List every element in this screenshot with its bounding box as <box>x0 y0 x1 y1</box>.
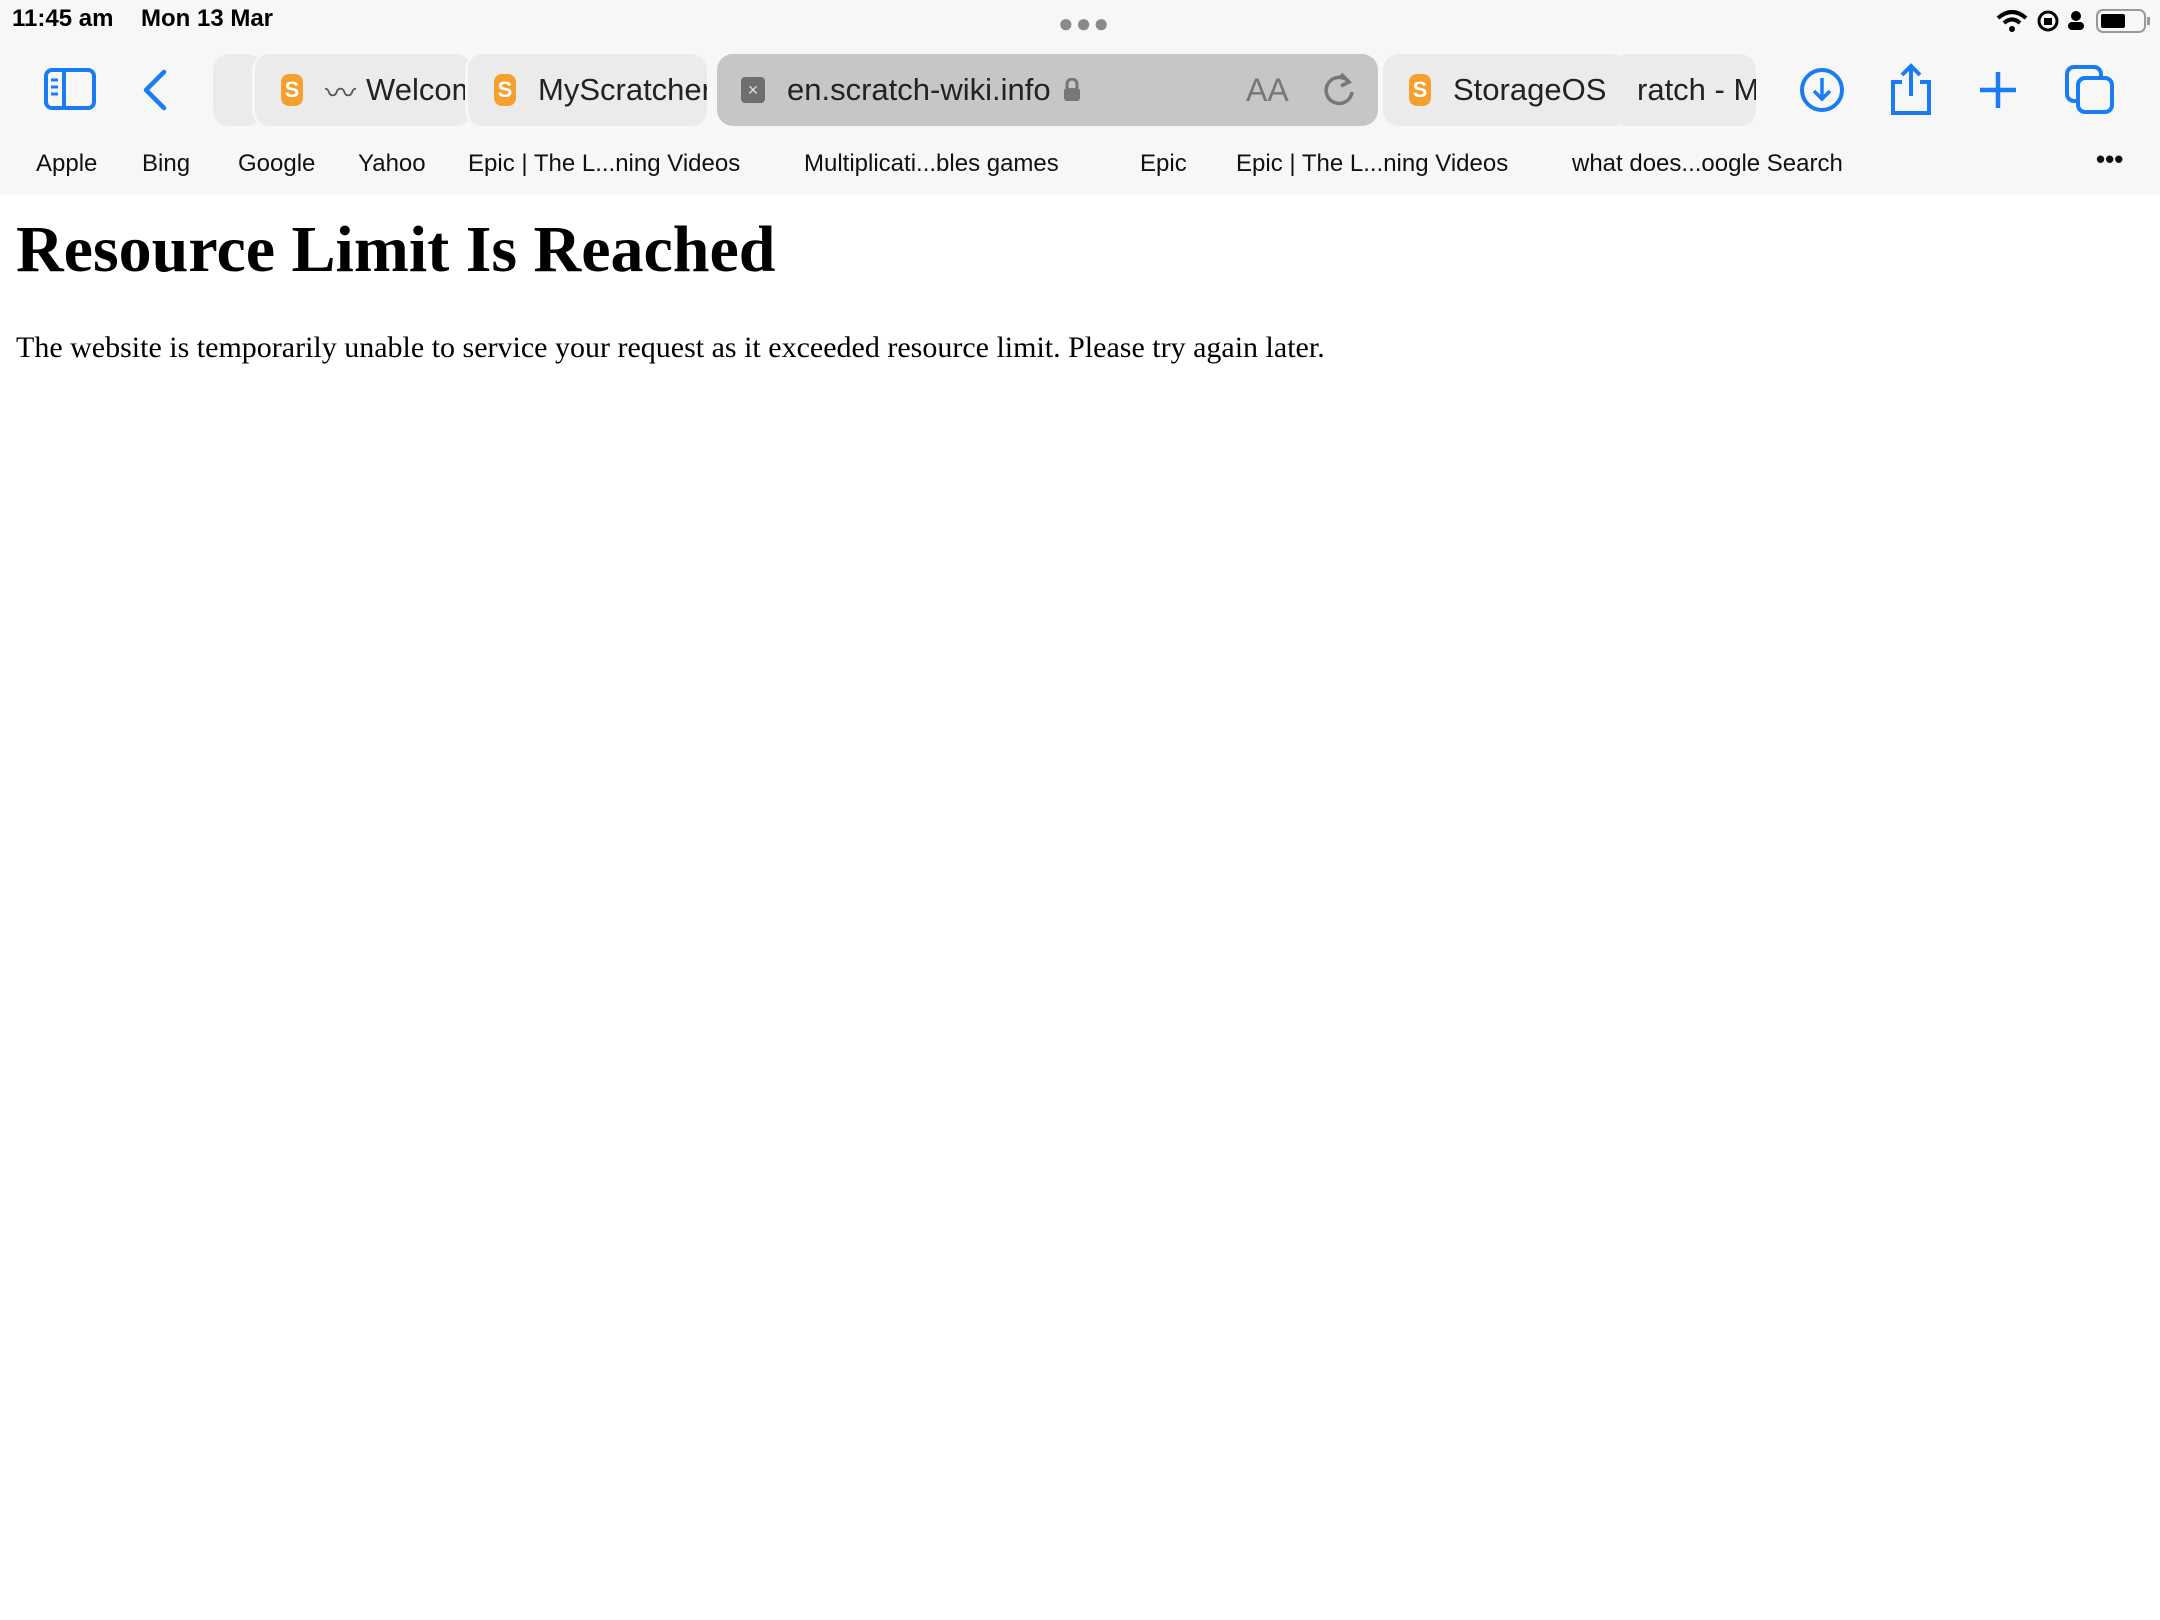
back-icon[interactable] <box>140 68 170 112</box>
battery-icon <box>2096 9 2150 33</box>
bookmark-item[interactable]: what does...oogle Search <box>1572 150 1843 178</box>
browser-chrome: 11:45 am Mon 13 Mar ●●● S 〰 Welcome S My… <box>0 0 2160 195</box>
status-time: 11:45 am <box>12 5 114 32</box>
bookmark-item[interactable]: Bing <box>142 150 190 178</box>
error-message: The website is temporarily unable to ser… <box>16 331 1325 364</box>
scratch-favicon-icon: S <box>1409 74 1431 106</box>
close-tab-icon[interactable]: × <box>741 77 765 103</box>
bookmark-item[interactable]: Yahoo <box>358 150 426 178</box>
tab-myscratcher[interactable]: S MyScratcher <box>465 54 707 126</box>
wifi-icon <box>1996 10 2028 32</box>
reload-icon[interactable] <box>1321 70 1357 110</box>
audio-wave-icon: 〰 <box>325 75 356 111</box>
sidebar-toggle-icon[interactable] <box>44 68 98 112</box>
scratch-favicon-icon: S <box>281 74 303 106</box>
tab-overview-icon[interactable] <box>2064 64 2116 116</box>
bookmark-item[interactable]: Multiplicati...bles games <box>804 150 1059 178</box>
tab-storageos[interactable]: S StorageOS <box>1383 54 1628 126</box>
download-icon[interactable] <box>1798 66 1846 114</box>
bookmark-item[interactable]: Epic | The L...ning Videos <box>468 150 740 178</box>
bookmark-item[interactable]: Apple <box>36 150 97 178</box>
multitasking-dots-icon[interactable]: ●●● <box>1058 8 1111 39</box>
scratch-favicon-icon: S <box>494 74 516 106</box>
status-icons <box>1996 9 2150 33</box>
page-title: Resource Limit Is Reached <box>16 213 776 286</box>
lock-icon <box>1063 78 1080 101</box>
bookmark-item[interactable]: Google <box>238 150 315 178</box>
status-date: Mon 13 Mar <box>141 5 274 32</box>
bookmark-item[interactable]: Epic <box>1140 150 1187 178</box>
share-icon[interactable] <box>1888 62 1934 116</box>
url-text[interactable]: en.scratch-wiki.info <box>787 72 1051 108</box>
orientation-lock-icon <box>2037 10 2059 32</box>
tab-active-address-bar[interactable]: × en.scratch-wiki.info AA <box>717 54 1378 126</box>
tab-welcome[interactable]: S 〰 Welcome <box>252 54 472 126</box>
bookmark-item[interactable]: Epic | The L...ning Videos <box>1236 150 1508 178</box>
reader-aa-button[interactable]: AA <box>1246 72 1289 109</box>
person-icon <box>2068 11 2084 30</box>
more-bookmarks-icon[interactable]: ••• <box>2096 144 2123 175</box>
tab-scratch[interactable]: ratch - M <box>1610 54 1756 126</box>
new-tab-icon[interactable] <box>1978 70 2018 110</box>
